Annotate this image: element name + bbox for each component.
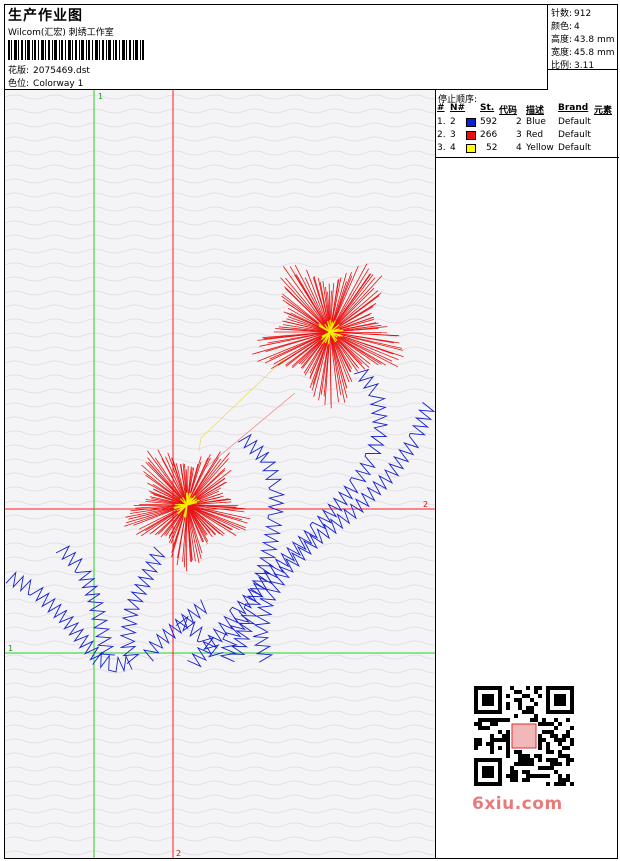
stop-row-code: 2 [516, 117, 522, 127]
embroidery-preview: 1 1 2 2 [5, 90, 436, 858]
stop-row: 1. 2 592 2 Blue Default [436, 117, 619, 130]
qr-code [474, 686, 574, 786]
colorway-label: 色位: [8, 76, 29, 89]
stop-row-brand: Default [558, 130, 591, 140]
height-value: 43.8 mm [574, 35, 614, 45]
stitch-count-row: 针数: 912 [551, 6, 591, 19]
col-needle: N# [450, 103, 465, 113]
stop-row-code: 4 [516, 143, 522, 153]
stop-row-description: Red [526, 130, 543, 140]
scale-label: 比例: [551, 61, 572, 71]
scale-value: 3.11 [574, 61, 594, 71]
stop-row-stitches: 266 [480, 130, 497, 140]
stop-row-index: 1. [437, 117, 446, 127]
stop-row-index: 3. [437, 143, 446, 153]
stitch-count-value: 912 [574, 9, 591, 19]
red-horizontal-guide-label: 2 [423, 500, 428, 509]
center-stitch [178, 504, 187, 505]
col-code: 代码 [499, 103, 517, 116]
height-row: 高度: 43.8 mm [551, 32, 614, 45]
color-count-label: 颜色: [551, 22, 572, 32]
stop-row-needle: 4 [450, 143, 456, 153]
col-element: 元素 [594, 103, 612, 116]
worksheet-header: 生产作业图 Wilcom(汇宏) 刺绣工作室 花版: 2075469.dst 色… [5, 5, 548, 90]
width-value: 45.8 mm [574, 48, 614, 58]
design-number-row: 花版: 2075469.dst [8, 63, 90, 76]
stitch-count-label: 针数: [551, 9, 572, 19]
stop-row-stitches: 592 [480, 117, 497, 127]
design-canvas: 1 1 2 2 [5, 90, 436, 858]
color-swatch-red [466, 131, 476, 140]
red-vertical-guide-label: 2 [176, 849, 181, 858]
barcode [8, 40, 144, 60]
color-count-row: 颜色: 4 [551, 19, 580, 32]
design-number-label: 花版: [8, 63, 29, 76]
worksheet-title: 生产作业图 [8, 5, 83, 25]
panel-divider [436, 157, 619, 158]
green-horizontal-guide-label: 1 [8, 644, 13, 653]
stop-row-description: Yellow [526, 143, 554, 153]
stop-row: 2. 3 266 3 Red Default [436, 130, 619, 143]
green-vertical-guide-label: 1 [98, 92, 103, 101]
color-count-value: 4 [574, 22, 580, 32]
stop-row-stitches: 52 [486, 143, 497, 153]
height-label: 高度: [551, 35, 572, 45]
site-watermark: 6xiu.com [472, 794, 563, 814]
color-swatch-blue [466, 118, 476, 127]
design-stats: 针数: 912 颜色: 4 高度: 43.8 mm 宽度: 45.8 mm 比例: 3.1… [548, 5, 617, 70]
stop-row-needle: 3 [450, 130, 456, 140]
colorway-value: Colorway 1 [33, 79, 83, 89]
stop-row: 3. 4 52 4 Yellow Default [436, 143, 619, 156]
design-number-value: 2075469.dst [33, 66, 90, 76]
studio-name: Wilcom(汇宏) 刺绣工作室 [8, 25, 114, 38]
col-description: 描述 [526, 103, 544, 116]
stop-row-description: Blue [526, 117, 546, 127]
scale-row: 比例: 3.11 [551, 58, 594, 71]
stop-sequence-columns: # N# St. 代码 描述 Brand 元素 [436, 103, 619, 115]
col-brand: Brand [558, 103, 588, 113]
stop-row-brand: Default [558, 143, 591, 153]
stop-row-index: 2. [437, 130, 446, 140]
col-index: # [437, 103, 445, 113]
stop-row-brand: Default [558, 117, 591, 127]
width-row: 宽度: 45.8 mm [551, 45, 614, 58]
production-worksheet: 生产作业图 Wilcom(汇宏) 刺绣工作室 花版: 2075469.dst 色… [4, 4, 618, 859]
color-swatch-yellow [466, 144, 476, 153]
width-label: 宽度: [551, 48, 572, 58]
col-stitches: St. [480, 103, 494, 113]
stop-row-code: 3 [516, 130, 522, 140]
center-stitch [187, 493, 188, 505]
colorway-row: 色位: Colorway 1 [8, 76, 83, 89]
stop-sequence-panel: 停止顺序: # N# St. 代码 描述 Brand 元素 1. 2 592 2… [436, 90, 619, 858]
stop-row-needle: 2 [450, 117, 456, 127]
